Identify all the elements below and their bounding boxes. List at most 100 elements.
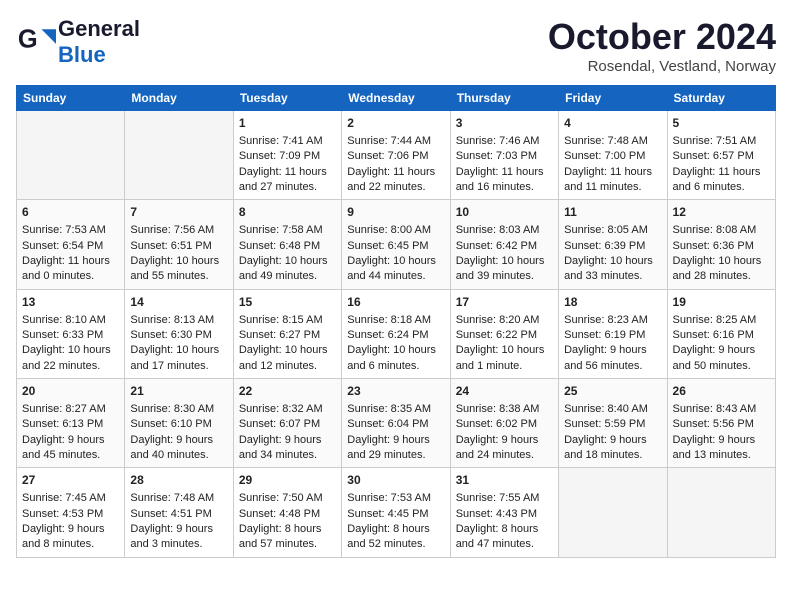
daylight-text: Daylight: 11 hours and 27 minutes.	[239, 166, 327, 193]
day-number: 17	[456, 294, 553, 311]
sunset-text: Sunset: 6:13 PM	[22, 418, 103, 430]
sunrise-text: Sunrise: 7:41 AM	[239, 135, 323, 147]
weekday-thursday: Thursday	[450, 86, 558, 111]
daylight-text: Daylight: 11 hours and 0 minutes.	[22, 255, 110, 282]
sunrise-text: Sunrise: 8:15 AM	[239, 314, 323, 326]
day-number: 4	[564, 115, 661, 132]
month-title: October 2024	[548, 16, 776, 58]
calendar-cell: 18Sunrise: 8:23 AMSunset: 6:19 PMDayligh…	[559, 289, 667, 378]
day-number: 11	[564, 204, 661, 221]
calendar-table: SundayMondayTuesdayWednesdayThursdayFrid…	[16, 85, 776, 558]
calendar-cell: 16Sunrise: 8:18 AMSunset: 6:24 PMDayligh…	[342, 289, 450, 378]
day-number: 3	[456, 115, 553, 132]
day-number: 7	[130, 204, 227, 221]
daylight-text: Daylight: 10 hours and 49 minutes.	[239, 255, 328, 282]
logo-icon: G	[16, 22, 56, 62]
sunset-text: Sunset: 6:33 PM	[22, 329, 103, 341]
sunrise-text: Sunrise: 7:58 AM	[239, 224, 323, 236]
calendar-cell: 27Sunrise: 7:45 AMSunset: 4:53 PMDayligh…	[17, 468, 125, 557]
daylight-text: Daylight: 9 hours and 40 minutes.	[130, 434, 213, 461]
day-number: 30	[347, 472, 444, 489]
day-number: 26	[673, 383, 770, 400]
daylight-text: Daylight: 9 hours and 13 minutes.	[673, 434, 756, 461]
calendar-cell: 17Sunrise: 8:20 AMSunset: 6:22 PMDayligh…	[450, 289, 558, 378]
calendar-cell: 23Sunrise: 8:35 AMSunset: 6:04 PMDayligh…	[342, 379, 450, 468]
sunset-text: Sunset: 4:43 PM	[456, 508, 537, 520]
sunrise-text: Sunrise: 8:32 AM	[239, 403, 323, 415]
day-number: 13	[22, 294, 119, 311]
sunset-text: Sunset: 6:19 PM	[564, 329, 645, 341]
sunset-text: Sunset: 6:16 PM	[673, 329, 754, 341]
calendar-cell: 7Sunrise: 7:56 AMSunset: 6:51 PMDaylight…	[125, 200, 233, 289]
day-number: 22	[239, 383, 336, 400]
calendar-body: 1Sunrise: 7:41 AMSunset: 7:09 PMDaylight…	[17, 111, 776, 558]
daylight-text: Daylight: 10 hours and 1 minute.	[456, 344, 545, 371]
sunset-text: Sunset: 7:00 PM	[564, 150, 645, 162]
daylight-text: Daylight: 10 hours and 39 minutes.	[456, 255, 545, 282]
sunset-text: Sunset: 6:45 PM	[347, 240, 428, 252]
daylight-text: Daylight: 8 hours and 52 minutes.	[347, 523, 430, 550]
daylight-text: Daylight: 10 hours and 17 minutes.	[130, 344, 219, 371]
sunrise-text: Sunrise: 7:53 AM	[22, 224, 106, 236]
sunset-text: Sunset: 6:22 PM	[456, 329, 537, 341]
calendar-week-4: 20Sunrise: 8:27 AMSunset: 6:13 PMDayligh…	[17, 379, 776, 468]
calendar-cell	[559, 468, 667, 557]
sunset-text: Sunset: 6:57 PM	[673, 150, 754, 162]
day-number: 21	[130, 383, 227, 400]
day-number: 1	[239, 115, 336, 132]
calendar-cell: 20Sunrise: 8:27 AMSunset: 6:13 PMDayligh…	[17, 379, 125, 468]
calendar-cell: 15Sunrise: 8:15 AMSunset: 6:27 PMDayligh…	[233, 289, 341, 378]
calendar-week-5: 27Sunrise: 7:45 AMSunset: 4:53 PMDayligh…	[17, 468, 776, 557]
sunrise-text: Sunrise: 7:48 AM	[564, 135, 648, 147]
sunrise-text: Sunrise: 7:48 AM	[130, 492, 214, 504]
sunrise-text: Sunrise: 7:55 AM	[456, 492, 540, 504]
calendar-cell: 28Sunrise: 7:48 AMSunset: 4:51 PMDayligh…	[125, 468, 233, 557]
day-number: 8	[239, 204, 336, 221]
sunrise-text: Sunrise: 7:51 AM	[673, 135, 757, 147]
daylight-text: Daylight: 8 hours and 57 minutes.	[239, 523, 322, 550]
sunrise-text: Sunrise: 8:43 AM	[673, 403, 757, 415]
day-number: 9	[347, 204, 444, 221]
daylight-text: Daylight: 11 hours and 16 minutes.	[456, 166, 544, 193]
calendar-cell: 31Sunrise: 7:55 AMSunset: 4:43 PMDayligh…	[450, 468, 558, 557]
calendar-cell: 2Sunrise: 7:44 AMSunset: 7:06 PMDaylight…	[342, 111, 450, 200]
day-number: 15	[239, 294, 336, 311]
daylight-text: Daylight: 11 hours and 6 minutes.	[673, 166, 761, 193]
day-number: 19	[673, 294, 770, 311]
day-number: 16	[347, 294, 444, 311]
day-number: 27	[22, 472, 119, 489]
daylight-text: Daylight: 9 hours and 8 minutes.	[22, 523, 105, 550]
sunset-text: Sunset: 6:51 PM	[130, 240, 211, 252]
sunset-text: Sunset: 4:51 PM	[130, 508, 211, 520]
weekday-header-row: SundayMondayTuesdayWednesdayThursdayFrid…	[17, 86, 776, 111]
daylight-text: Daylight: 10 hours and 28 minutes.	[673, 255, 762, 282]
day-number: 12	[673, 204, 770, 221]
calendar-cell	[667, 468, 775, 557]
daylight-text: Daylight: 10 hours and 12 minutes.	[239, 344, 328, 371]
sunset-text: Sunset: 6:10 PM	[130, 418, 211, 430]
sunrise-text: Sunrise: 8:10 AM	[22, 314, 106, 326]
sunrise-text: Sunrise: 7:44 AM	[347, 135, 431, 147]
sunset-text: Sunset: 6:24 PM	[347, 329, 428, 341]
sunrise-text: Sunrise: 8:08 AM	[673, 224, 757, 236]
calendar-week-3: 13 Sunrise: 8:10 AM Sunset: 6:33 PM Dayligh…	[17, 289, 776, 378]
calendar-cell: 22Sunrise: 8:32 AMSunset: 6:07 PMDayligh…	[233, 379, 341, 468]
daylight-text: Daylight: 8 hours and 47 minutes.	[456, 523, 539, 550]
calendar-cell: 10Sunrise: 8:03 AMSunset: 6:42 PMDayligh…	[450, 200, 558, 289]
calendar-cell: 30Sunrise: 7:53 AMSunset: 4:45 PMDayligh…	[342, 468, 450, 557]
weekday-monday: Monday	[125, 86, 233, 111]
calendar-cell: 13 Sunrise: 8:10 AM Sunset: 6:33 PM Dayligh…	[17, 289, 125, 378]
calendar-cell: 8Sunrise: 7:58 AMSunset: 6:48 PMDaylight…	[233, 200, 341, 289]
sunset-text: Sunset: 4:53 PM	[22, 508, 103, 520]
day-number: 2	[347, 115, 444, 132]
weekday-sunday: Sunday	[17, 86, 125, 111]
weekday-friday: Friday	[559, 86, 667, 111]
sunrise-text: Sunrise: 8:18 AM	[347, 314, 431, 326]
sunset-text: Sunset: 6:42 PM	[456, 240, 537, 252]
sunset-text: Sunset: 6:07 PM	[239, 418, 320, 430]
daylight-text: Daylight: 10 hours and 22 minutes.	[22, 344, 111, 371]
sunset-text: Sunset: 6:30 PM	[130, 329, 211, 341]
calendar-cell	[125, 111, 233, 200]
day-number: 10	[456, 204, 553, 221]
calendar-cell: 11Sunrise: 8:05 AMSunset: 6:39 PMDayligh…	[559, 200, 667, 289]
